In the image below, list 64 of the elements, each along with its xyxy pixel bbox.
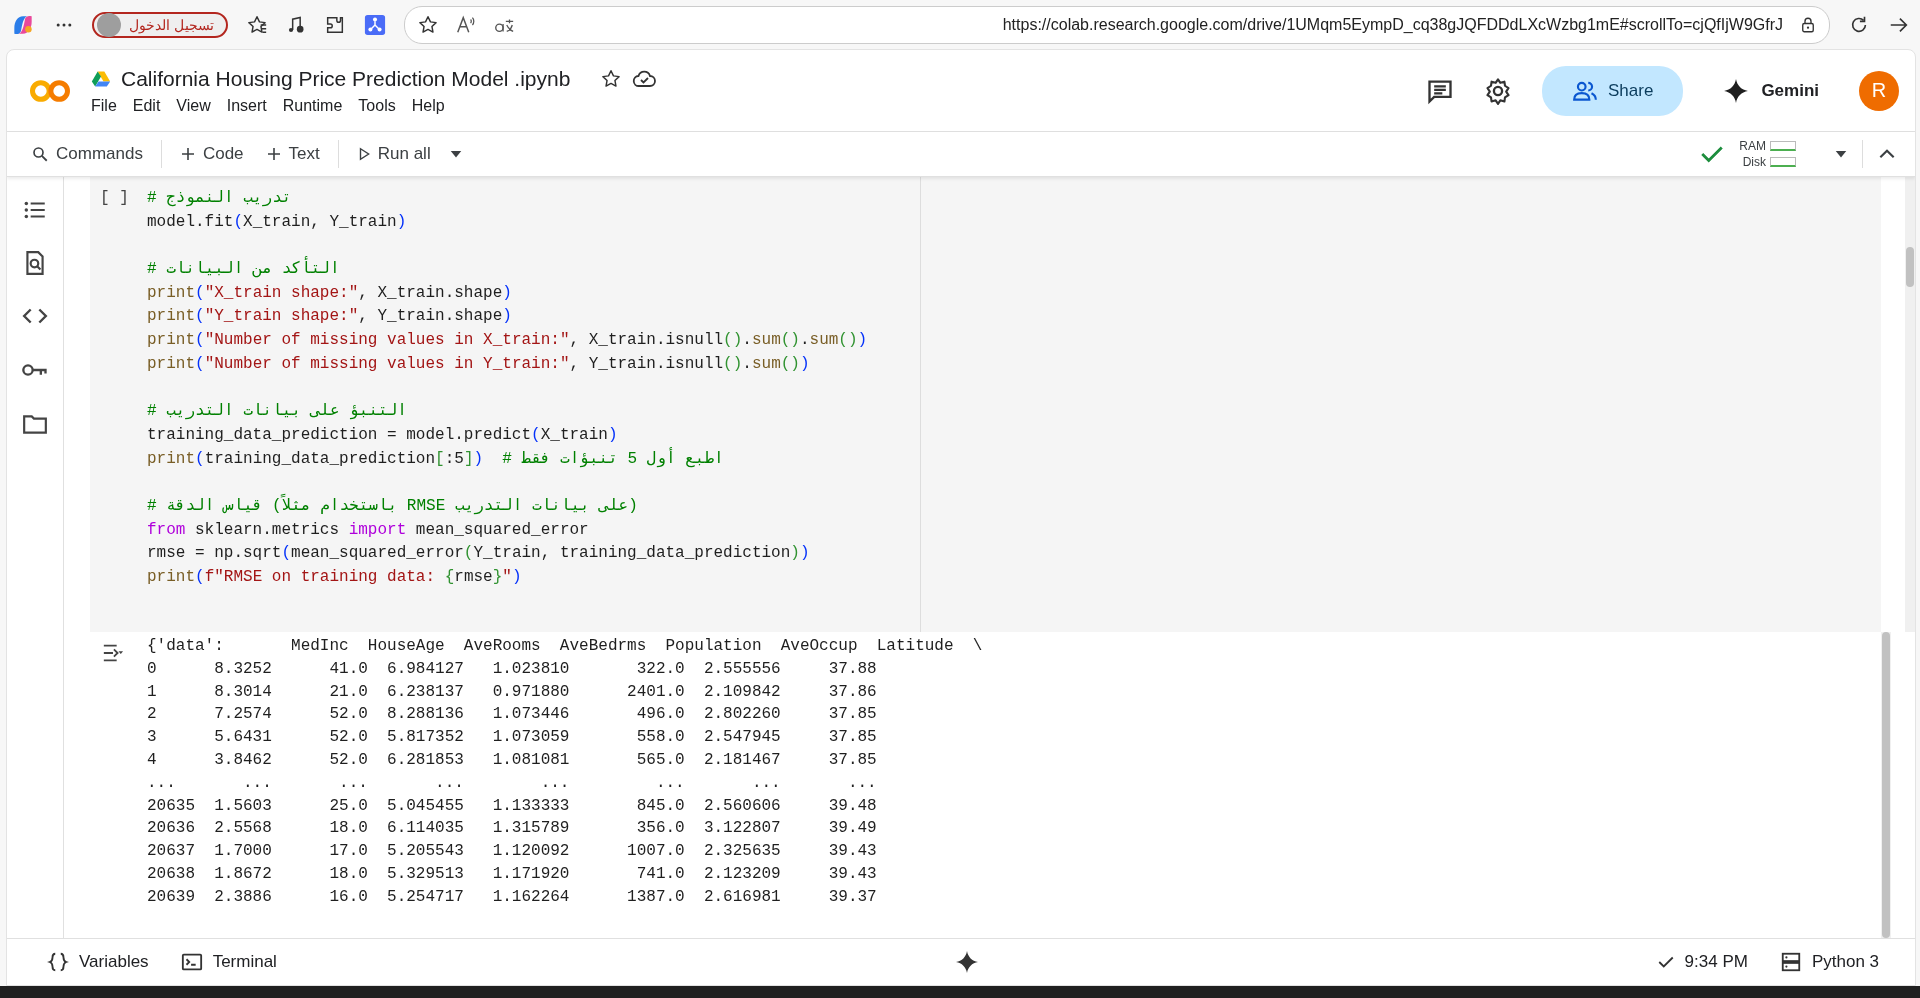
output-line: 0 8.3252 41.0 6.984127 1.023810 322.0 2.555556 37.88 [147,658,878,680]
menu-item[interactable]: Tools [350,96,404,115]
code-cell[interactable] [90,177,1881,632]
commands-button[interactable]: Commands [27,144,147,164]
menu-item[interactable]: Insert [218,96,275,115]
code-line: model.fit(X_train, Y_train) [147,211,408,233]
output-line: 20638 1.8672 18.0 5.329513 1.171920 741.0 2.123209 39.43 [147,863,878,885]
notebook-title[interactable]: California Housing Price Prediction Model .ipynb [121,66,571,91]
execution-status[interactable]: 9:34 PM [1656,952,1748,972]
search-icon [31,145,49,163]
output-line: 2 7.2574 52.0 8.288136 1.073446 496.0 2.802260 37.85 [147,704,878,726]
plus-icon [179,146,196,162]
settings-icon[interactable] [1484,76,1512,105]
output-line: 20636 2.5568 18.0 6.114035 1.315789 356.0 3.122807 39.49 [147,818,878,840]
output-line: 20637 1.7000 17.0 5.205543 1.120092 1007.0 2.325635 39.43 [147,841,878,863]
braces-icon [47,951,69,973]
code-line: from sklearn.metrics import mean_squared_error [147,519,590,541]
share-button[interactable]: Share [1542,65,1684,116]
gemini-button[interactable]: Gemini [1713,77,1829,104]
code-line: print("X_train shape:", X_train.shape) [147,282,513,304]
code-line: training_data_prediction = model.predict(X_train) [147,424,619,446]
menu-item[interactable]: View [168,96,219,115]
favorites-icon[interactable] [245,13,268,36]
menu-item[interactable]: Runtime [274,96,351,115]
scrollbar-thumb[interactable] [1882,632,1890,938]
star-icon[interactable] [416,13,439,36]
add-code-button[interactable]: Code [175,144,248,164]
star-icon[interactable] [600,67,623,90]
scrollbar-thumb[interactable] [1906,247,1914,287]
terminal-button[interactable]: Terminal [180,951,277,973]
lock-icon[interactable] [1799,15,1817,34]
code-line: print("Number of missing values in X_train:", X_train.isnull().sum().sum()) [147,330,869,352]
output-line: 20639 2.3886 16.0 5.254717 1.162264 1387.0 2.616981 39.37 [147,886,878,908]
code-line: rmse = np.sqrt(mean_squared_error(Y_train, training_data_prediction)) [147,543,811,565]
run-cell-button[interactable]: [ ] [90,177,147,632]
address-bar[interactable]: https://colab.research.google.com/drive/1UMqm5EympD_cq38gJQFDDdLXcWzbg1mE#scrollTo=cjQfIjW9GfrJ [403,5,1830,44]
output-line: ... ... ... ... ... ... ... ... [147,772,878,794]
code-line: print(f"RMSE on training data: {rmse}") [147,567,523,588]
resource-monitor[interactable]: RAM Disk [1739,139,1796,169]
share-node-icon[interactable] [363,13,386,36]
output-line: {'data': MedInc HouseAge AveRooms AveBedrms Population AveOccup Latitude \ [147,636,984,657]
plus-icon [265,146,282,162]
add-text-button[interactable]: Text [261,144,324,164]
menu-item[interactable]: Help [403,96,453,115]
output-line: 20635 1.5603 25.0 5.045455 1.133333 845.0 2.560606 39.48 [147,795,878,817]
output-line: 3 5.6431 52.0 5.817352 1.073059 558.0 2.547945 37.85 [147,727,878,749]
server-icon [1779,951,1802,973]
code-line: # التنبؤ على بيانات التدريب [147,401,408,423]
code-line: # قياس الدقة (باستخدام مثلاً RMSE على بيانات التدريب) [147,494,639,517]
code-line: print("Number of missing values in Y_train:", Y_train.isnull().sum()) [147,353,811,375]
profile-button[interactable]: تسجيل الدخول [92,11,228,38]
runtime-button[interactable]: Python 3 [1779,951,1879,973]
menu-item[interactable]: Edit [124,96,169,115]
variables-button[interactable]: Variables [47,951,149,973]
code-line: print("Y_train shape:", Y_train.shape) [147,306,513,328]
run-all-button[interactable]: Run all [352,144,435,164]
terminal-icon [180,951,203,973]
output-line: 4 3.8462 52.0 6.281853 1.081081 565.0 2.181467 37.85 [147,750,878,771]
output-line: 1 8.3014 21.0 6.238137 0.971880 2401.0 2.109842 37.86 [147,681,878,703]
code-line: # التأكد من البيانات [147,258,920,282]
menu-item[interactable]: File [83,96,125,115]
avatar-icon [97,12,121,37]
url-text: https://colab.research.google.com/drive/1UMqm5EympD_cq38gJQFDDdLXcWzbg1mE#scrollTo=cjQfIjW9GfrJ [1001,15,1783,34]
code-line: # تدريب النموذج [147,188,293,209]
